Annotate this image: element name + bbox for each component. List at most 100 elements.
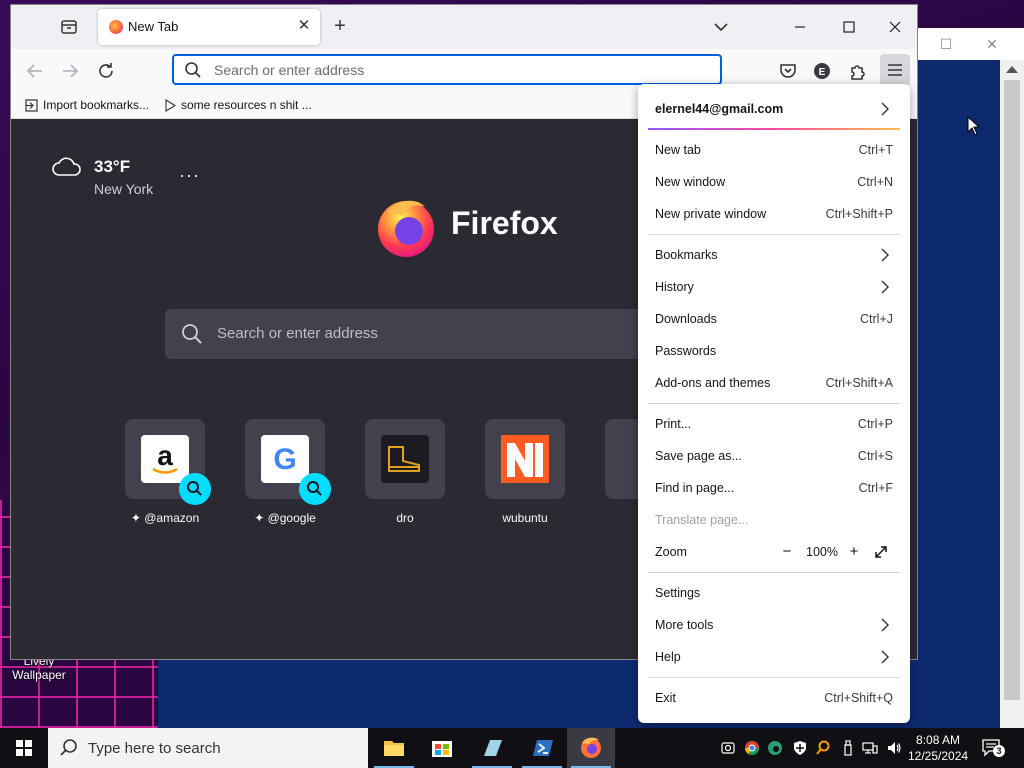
shortcut-tile[interactable]: a [125,419,211,505]
background-window-scrollbar[interactable] [1000,60,1024,728]
shortcut-amazon[interactable]: a ✦ @amazon [125,419,211,525]
svg-text:G: G [273,443,296,476]
menu-item-new-window[interactable]: New window Ctrl+N [638,168,910,196]
shortcut-tile[interactable] [365,419,445,499]
menu-separator [648,403,900,404]
windows-logo-icon [16,740,32,756]
extensions-button[interactable] [846,59,870,83]
tray-app-icon[interactable] [720,740,736,756]
clock-time: 8:08 AM [916,733,961,747]
pocket-button[interactable] [776,59,800,83]
play-icon [165,98,176,112]
zoom-in-button[interactable]: + [845,543,863,561]
menu-label: More tools [655,618,714,632]
shortcut-google[interactable]: G ✦ @google [245,419,331,525]
clock-date: 12/25/2024 [908,749,969,763]
newtab-search-box[interactable]: Search or enter address [165,309,685,359]
menu-label: Save page as... [655,449,742,463]
volume-icon[interactable] [886,740,902,756]
powershell-icon [533,740,553,756]
start-button[interactable] [0,728,48,768]
chevron-right-icon [881,618,889,632]
firefox-view-button[interactable] [59,17,79,37]
extension-e-button[interactable]: E [810,59,834,83]
menu-item-exit[interactable]: Exit Ctrl+Shift+Q [638,684,910,712]
url-input[interactable] [214,60,704,80]
shortcut-wubuntu[interactable]: wubuntu [485,419,565,525]
security-shield-icon[interactable] [792,740,808,756]
maximize-icon[interactable]: ☐ [938,36,954,52]
taskbar-store[interactable] [418,728,466,768]
firefox-favicon-icon [109,20,123,34]
menu-item-new-private-window[interactable]: New private window Ctrl+Shift+P [638,200,910,228]
system-clock[interactable]: 8:08 AM 12/25/2024 [908,732,968,764]
menu-item-translate-page: Translate page... [638,506,910,534]
menu-label: New private window [655,207,767,221]
menu-account[interactable]: elernel44@gmail.com [638,95,910,123]
address-bar[interactable] [172,54,722,85]
close-window-button[interactable] [883,15,907,39]
bookmark-import[interactable]: Import bookmarks... [25,98,149,112]
maximize-button[interactable] [837,15,861,39]
list-all-tabs-button[interactable] [711,17,731,37]
menu-shortcut: Ctrl+Shift+A [825,376,893,390]
close-icon[interactable]: ✕ [984,36,1000,52]
menu-item-save-page[interactable]: Save page as... Ctrl+S [638,442,910,470]
tab-close-icon[interactable]: ✕ [296,18,312,34]
menu-item-downloads[interactable]: Downloads Ctrl+J [638,305,910,333]
menu-item-addons-themes[interactable]: Add-ons and themes Ctrl+Shift+A [638,369,910,397]
zoom-level[interactable]: 100% [806,545,838,559]
menu-label: Settings [655,586,701,600]
taskbar-powershell[interactable] [518,728,566,768]
menu-item-passwords[interactable]: Passwords [638,337,910,365]
app-menu-button[interactable] [880,54,910,86]
back-button[interactable] [23,59,47,83]
menu-item-help[interactable]: Help [638,643,910,671]
menu-label: Add-ons and themes [655,376,771,390]
search-icon [307,481,322,496]
menu-item-settings[interactable]: Settings [638,579,910,607]
notification-center-button[interactable]: 3 [982,738,1005,758]
menu-label: Exit [655,691,676,705]
mouse-cursor-icon [967,116,981,136]
taskbar-search-box[interactable]: Type here to search [48,728,368,768]
taskbar-app-glass[interactable] [468,728,516,768]
chevron-down-icon [714,23,728,32]
shortcut-tile[interactable] [485,419,565,499]
menu-item-find-in-page[interactable]: Find in page... Ctrl+F [638,474,910,502]
minimize-button[interactable] [788,15,812,39]
search-tray-icon[interactable] [815,740,831,756]
forward-button[interactable] [58,59,82,83]
weather-more-icon[interactable]: ··· [179,165,200,186]
shortcut-tile[interactable]: G [245,419,331,505]
scrollbar-thumb[interactable] [1004,80,1020,700]
taskbar-firefox[interactable] [567,728,615,768]
menu-item-bookmarks[interactable]: Bookmarks [638,241,910,269]
menu-item-zoom: Zoom − 100% + [638,538,910,566]
zoom-out-button[interactable]: − [778,543,796,561]
tab-new-tab[interactable]: New Tab ✕ [98,9,320,45]
reload-icon [99,63,113,78]
menu-label: Translate page... [655,513,749,527]
shortcut-dro[interactable]: dro [365,419,445,525]
chrome-icon[interactable] [744,740,760,756]
menu-label: Downloads [655,312,717,326]
usb-device-icon[interactable] [840,740,856,756]
menu-item-more-tools[interactable]: More tools [638,611,910,639]
extension-e-icon: E [814,63,830,79]
bookmark-folder-resources[interactable]: some resources n shit ... [165,98,312,112]
menu-item-history[interactable]: History [638,273,910,301]
maximize-icon [843,21,855,33]
taskbar-file-explorer[interactable] [370,728,418,768]
reload-button[interactable] [94,59,118,83]
new-tab-button[interactable]: + [330,16,350,37]
menu-label: New tab [655,143,701,157]
fullscreen-icon[interactable] [872,543,890,561]
search-icon [60,739,77,756]
menu-item-print[interactable]: Print... Ctrl+P [638,410,910,438]
weather-widget[interactable]: 33°F New York [51,153,153,197]
network-icon[interactable] [862,740,878,756]
menu-item-new-tab[interactable]: New tab Ctrl+T [638,136,910,164]
edge-icon[interactable] [767,740,783,756]
scroll-up-icon[interactable] [1006,66,1018,73]
